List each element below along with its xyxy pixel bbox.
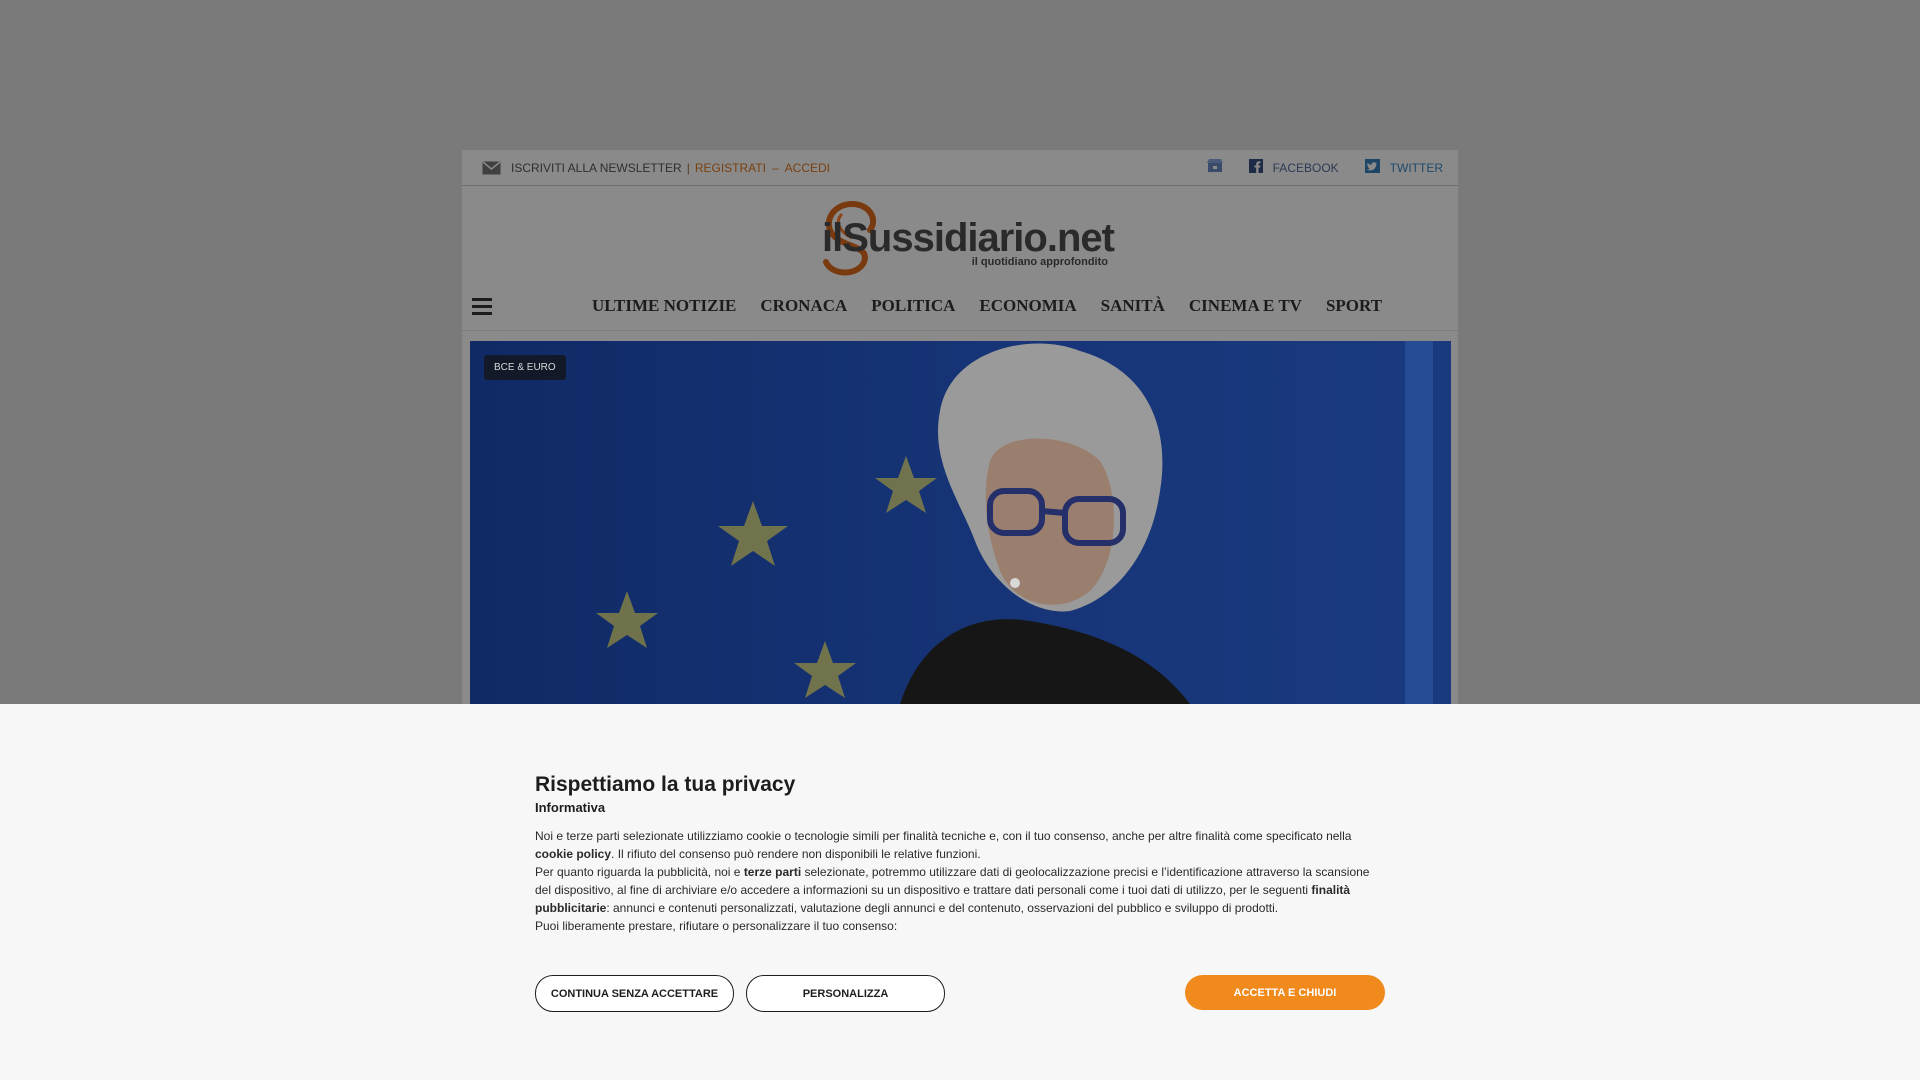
nav-item-politica[interactable]: POLITICA xyxy=(871,296,955,316)
nav-list: ULTIME NOTIZIE CRONACA POLITICA ECONOMIA… xyxy=(592,296,1406,316)
accept-and-close-button[interactable]: ACCETTA E CHIUDI xyxy=(1185,975,1385,1010)
facebook-label: FACEBOOK xyxy=(1272,160,1339,175)
newsletter-link[interactable]: ISCRIVITI ALLA NEWSLETTER xyxy=(511,161,682,175)
consent-text: Noi e terze parti selezionate utilizziam… xyxy=(535,827,1385,935)
main-nav: ULTIME NOTIZIE CRONACA POLITICA ECONOMIA… xyxy=(462,290,1458,331)
consent-p2-text-end: : annunci e contenuti personalizzati, va… xyxy=(606,901,1279,915)
site-container: ISCRIVITI ALLA NEWSLETTER | REGISTRATI –… xyxy=(462,150,1458,704)
top-bar: ISCRIVITI ALLA NEWSLETTER | REGISTRATI –… xyxy=(462,150,1458,186)
separator: | xyxy=(686,160,690,175)
top-bar-right: FACEBOOK TWITTER xyxy=(1206,159,1458,176)
consent-p2-text: Per quanto riguarda la pubblicità, noi e xyxy=(535,865,744,879)
nav-item-sport[interactable]: SPORT xyxy=(1326,296,1382,316)
twitter-icon xyxy=(1364,159,1380,176)
consent-paragraph-1: Noi e terze parti selezionate utilizziam… xyxy=(535,827,1385,863)
hero-photo xyxy=(470,341,1451,704)
cookie-policy-link[interactable]: cookie policy xyxy=(535,847,611,861)
store-icon[interactable] xyxy=(1206,159,1223,176)
nav-item-ultime-notizie[interactable]: ULTIME NOTIZIE xyxy=(592,296,736,316)
customize-button[interactable]: PERSONALIZZA xyxy=(746,975,945,1012)
continue-without-accepting-button[interactable]: CONTINUA SENZA ACCETTARE xyxy=(535,975,734,1012)
consent-subtitle: Informativa xyxy=(535,800,606,815)
facebook-icon xyxy=(1248,159,1263,176)
consent-p1-text-end: . Il rifiuto del consenso può rendere no… xyxy=(611,847,981,861)
consent-paragraph-2: Per quanto riguarda la pubblicità, noi e… xyxy=(535,863,1385,917)
category-badge[interactable]: BCE & EURO xyxy=(484,355,566,380)
consent-p1-text: Noi e terze parti selezionate utilizziam… xyxy=(535,829,1352,843)
logo-tagline: il quotidiano approfondito xyxy=(971,256,1108,268)
separator-dash: – xyxy=(771,160,779,175)
nav-item-cronaca[interactable]: CRONACA xyxy=(760,296,847,316)
nav-item-cinema-e-tv[interactable]: CINEMA E TV xyxy=(1189,296,1302,316)
text-fade xyxy=(535,956,1385,974)
cookie-consent-banner: Rispettiamo la tua privacy Informativa N… xyxy=(0,704,1920,1080)
consent-paragraph-3: Puoi liberamente prestare, rifiutare o p… xyxy=(535,919,898,933)
login-link[interactable]: ACCEDI xyxy=(785,161,830,175)
facebook-link[interactable]: FACEBOOK xyxy=(1248,159,1339,176)
twitter-link[interactable]: TWITTER xyxy=(1364,159,1443,176)
site-logo[interactable]: ilSussidiario.net il quotidiano approfon… xyxy=(812,196,1115,282)
hero-image[interactable]: BCE & EURO xyxy=(470,341,1451,704)
nav-item-sanita[interactable]: SANITÀ xyxy=(1101,296,1165,316)
envelope-icon xyxy=(482,160,501,175)
top-bar-left: ISCRIVITI ALLA NEWSLETTER | REGISTRATI –… xyxy=(462,161,830,175)
nav-item-economia[interactable]: ECONOMIA xyxy=(979,296,1076,316)
twitter-label: TWITTER xyxy=(1389,160,1443,175)
register-link[interactable]: REGISTRATI xyxy=(695,161,766,175)
logo-wordmark: ilSussidiario.net xyxy=(822,216,1115,260)
menu-icon[interactable] xyxy=(472,298,492,316)
third-parties-link[interactable]: terze parti xyxy=(744,865,801,879)
consent-title: Rispettiamo la tua privacy xyxy=(535,773,796,796)
